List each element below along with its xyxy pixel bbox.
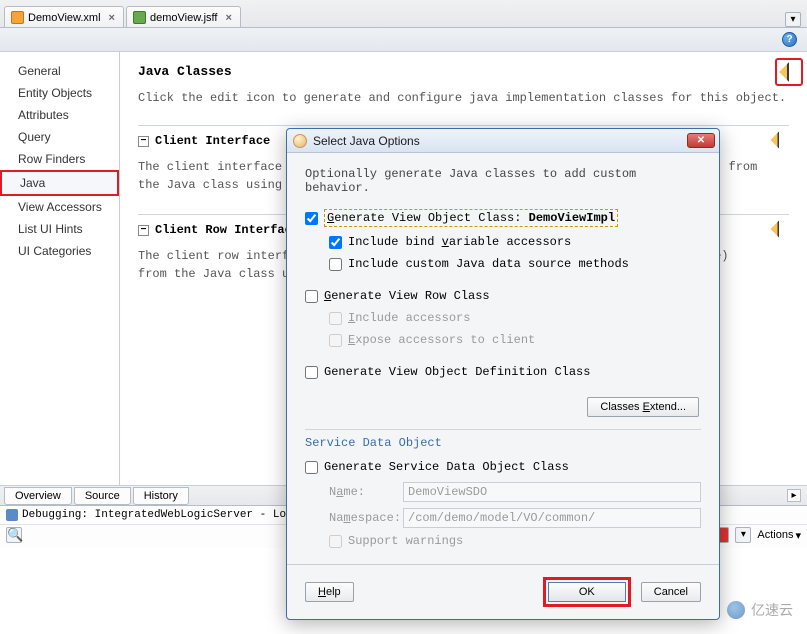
sidebar-item-view-accessors[interactable]: View Accessors: [0, 196, 119, 218]
dialog-titlebar[interactable]: Select Java Options ✕: [287, 129, 719, 153]
dialog-content: Optionally generate Java classes to add …: [287, 153, 719, 564]
sidebar-item-list-ui-hints[interactable]: List UI Hints: [0, 218, 119, 240]
dialog-title: Select Java Options: [313, 134, 420, 148]
tab-demoview-xml[interactable]: DemoView.xml ×: [4, 6, 124, 27]
pencil-icon: [771, 132, 788, 149]
help-icon[interactable]: ?: [782, 32, 797, 47]
close-icon[interactable]: ×: [225, 12, 231, 24]
sdo-section-header: Service Data Object: [305, 429, 701, 450]
pencil-icon: [771, 221, 788, 238]
sidebar-item-attributes[interactable]: Attributes: [0, 104, 119, 126]
include-bind-checkbox[interactable]: [329, 236, 342, 249]
tab-demoview-jsff[interactable]: demoView.jsff ×: [126, 6, 241, 27]
help-button[interactable]: Help: [305, 582, 354, 602]
jsf-file-icon: [133, 11, 146, 24]
sdo-name-label: Name:: [329, 485, 393, 499]
include-bind-row: Include bind variable accessors: [305, 235, 701, 249]
watermark: 亿速云: [727, 600, 793, 620]
edit-client-row-interface-button[interactable]: [769, 219, 789, 239]
generate-sdo-checkbox[interactable]: [305, 461, 318, 474]
generate-definition-row: Generate View Object Definition Class: [305, 365, 701, 379]
sdo-name-input: [403, 482, 701, 502]
classes-extend-row: Classes Extend...: [305, 387, 701, 429]
close-icon[interactable]: ×: [109, 12, 115, 24]
expose-accessors-checkbox: [329, 334, 342, 347]
generate-view-row-row: Generate View Row Class: [305, 289, 701, 303]
watermark-icon: [727, 601, 745, 619]
sidebar-item-java[interactable]: Java: [0, 170, 119, 196]
actions-menu[interactable]: Actions▾: [757, 529, 801, 542]
expose-accessors-row: Expose accessors to client: [305, 333, 701, 347]
collapse-toggle[interactable]: −: [138, 136, 149, 147]
tab-source[interactable]: Source: [74, 487, 131, 505]
page-description: Click the edit icon to generate and conf…: [138, 91, 789, 105]
page-title: Java Classes: [138, 64, 789, 79]
include-bind-label: Include bind variable accessors: [348, 235, 571, 249]
xml-file-icon: [11, 11, 24, 24]
java-icon: [293, 134, 307, 148]
generate-view-object-checkbox[interactable]: [305, 212, 318, 225]
section-title: Client Row Interface: [155, 223, 299, 237]
sidebar-item-query[interactable]: Query: [0, 126, 119, 148]
support-warnings-checkbox: [329, 535, 342, 548]
sdo-name-row: Name:: [305, 482, 701, 502]
chevron-down-icon: ▾: [795, 529, 801, 542]
tab-label: DemoView.xml: [28, 12, 101, 24]
help-bar: ?: [0, 28, 807, 52]
tab-history[interactable]: History: [133, 487, 189, 505]
expose-accessors-label: Expose accessors to client: [348, 333, 535, 347]
generate-definition-label: Generate View Object Definition Class: [324, 365, 590, 379]
ok-highlight: OK: [543, 577, 631, 607]
sidebar-item-ui-categories[interactable]: UI Categories: [0, 240, 119, 262]
pencil-icon: [779, 62, 799, 82]
generate-sdo-label: Generate Service Data Object Class: [324, 460, 569, 474]
sdo-namespace-label: Namespace:: [329, 511, 393, 525]
include-accessors-row: Include accessors: [305, 311, 701, 325]
select-java-options-dialog: Select Java Options ✕ Optionally generat…: [286, 128, 720, 620]
scroll-right-button[interactable]: ▸: [787, 489, 801, 502]
generate-view-object-label: Generate View Object Class: DemoViewImpl: [324, 209, 618, 227]
editor-tab-bar: DemoView.xml × demoView.jsff × ▾: [0, 0, 807, 28]
dialog-buttons: Help OK Cancel: [287, 564, 719, 619]
edit-java-classes-button[interactable]: [775, 58, 803, 86]
support-warnings-row: Support warnings: [305, 534, 701, 548]
classes-extend-button[interactable]: Classes Extend...: [587, 397, 699, 417]
dialog-close-button[interactable]: ✕: [687, 133, 715, 148]
sdo-namespace-input: [403, 508, 701, 528]
sidebar-item-entity-objects[interactable]: Entity Objects: [0, 82, 119, 104]
tab-overview[interactable]: Overview: [4, 487, 72, 505]
include-accessors-checkbox: [329, 312, 342, 325]
cancel-button[interactable]: Cancel: [641, 582, 701, 602]
ok-button[interactable]: OK: [548, 582, 626, 602]
sdo-namespace-row: Namespace:: [305, 508, 701, 528]
find-icon[interactable]: 🔍: [6, 527, 22, 543]
generate-sdo-row: Generate Service Data Object Class: [305, 460, 701, 474]
generate-view-row-label: Generate View Row Class: [324, 289, 490, 303]
sidebar: General Entity Objects Attributes Query …: [0, 52, 120, 485]
generate-definition-checkbox[interactable]: [305, 366, 318, 379]
sidebar-item-general[interactable]: General: [0, 60, 119, 82]
include-custom-label: Include custom Java data source methods: [348, 257, 629, 271]
include-custom-checkbox[interactable]: [329, 258, 342, 271]
log-title: Debugging: IntegratedWebLogicServer - Lo…: [22, 509, 293, 521]
include-custom-row: Include custom Java data source methods: [305, 257, 701, 271]
section-title: Client Interface: [155, 134, 270, 148]
tab-overflow-dropdown[interactable]: ▾: [785, 12, 801, 27]
tab-label: demoView.jsff: [150, 12, 217, 24]
generate-view-row-checkbox[interactable]: [305, 290, 318, 303]
edit-client-interface-button[interactable]: [769, 130, 789, 150]
generate-view-object-row: Generate View Object Class: DemoViewImpl: [305, 209, 701, 227]
dialog-intro: Optionally generate Java classes to add …: [305, 167, 701, 195]
support-warnings-label: Support warnings: [348, 534, 463, 548]
sidebar-item-row-finders[interactable]: Row Finders: [0, 148, 119, 170]
collapse-toggle[interactable]: −: [138, 225, 149, 236]
debug-icon: [6, 509, 18, 521]
include-accessors-label: Include accessors: [348, 311, 470, 325]
dropdown-icon[interactable]: ▾: [735, 527, 751, 543]
